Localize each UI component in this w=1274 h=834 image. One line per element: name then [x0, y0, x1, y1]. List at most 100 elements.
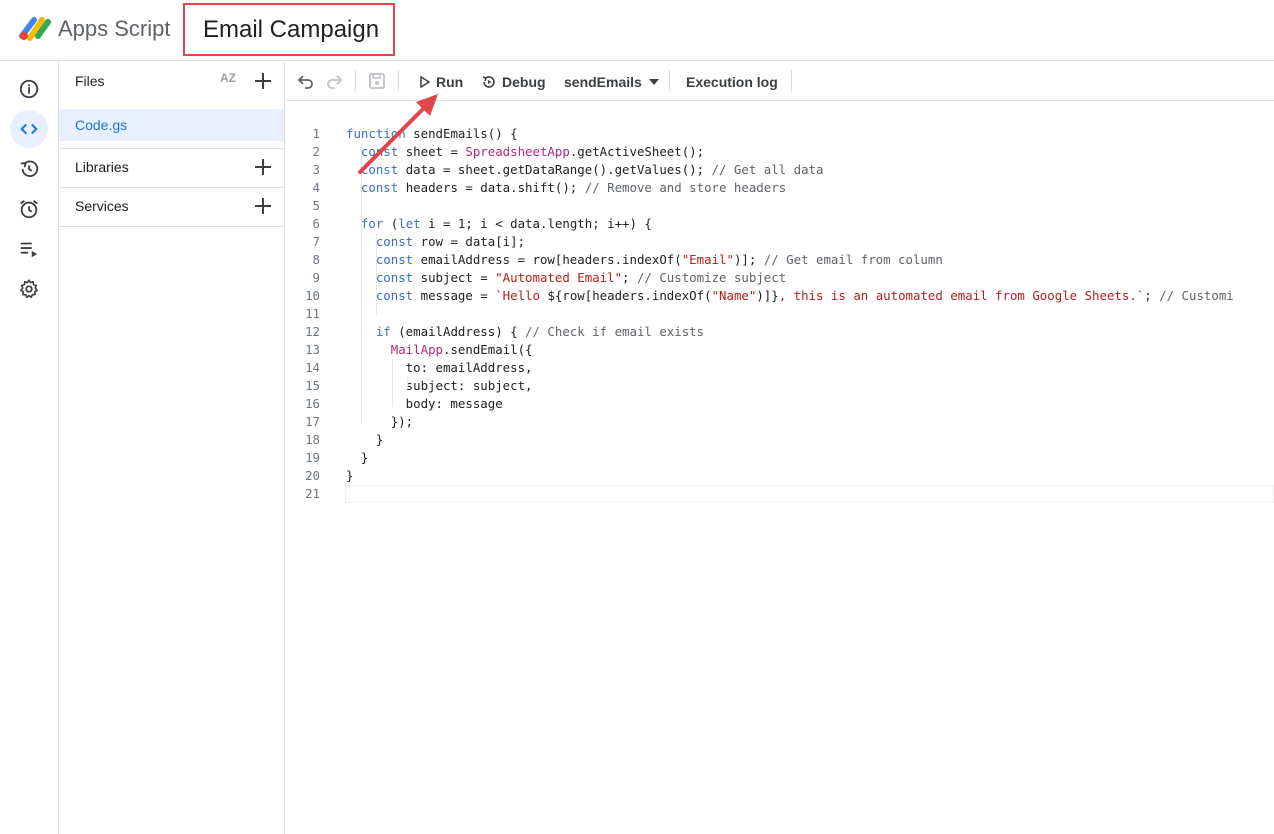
save-icon[interactable]: [367, 71, 387, 91]
code-text: const sheet = SpreadsheetApp.getActiveSh…: [360, 144, 705, 159]
code-text: const data = sheet.getDataRange().getVal…: [360, 162, 824, 177]
line-number: 21: [305, 486, 320, 501]
line-number: 4: [312, 180, 320, 195]
code-text: const message = `Hello ${row[headers.ind…: [375, 288, 1234, 303]
run-button[interactable]: Run: [419, 62, 463, 101]
rail-item-triggers[interactable]: [10, 190, 48, 228]
code-line[interactable]: 2 const sheet = SpreadsheetApp.getActive…: [286, 143, 1274, 161]
debug-label: Debug: [502, 73, 546, 90]
code-line[interactable]: 21: [286, 485, 1274, 503]
code-editor[interactable]: 1 function sendEmails() {2 const sheet = …: [286, 101, 1274, 834]
services-label: Services: [75, 198, 129, 214]
code-line[interactable]: 7 const row = data[i];: [286, 233, 1274, 251]
left-rail: [0, 62, 59, 834]
execution-log-label: Execution log: [686, 73, 778, 90]
function-select-value: sendEmails: [564, 73, 642, 90]
execution-log-button[interactable]: Execution log: [686, 62, 778, 101]
rail-item-settings[interactable]: [10, 270, 48, 308]
debug-icon: [482, 75, 495, 88]
line-number: 7: [312, 234, 320, 249]
gear-icon: [20, 279, 38, 299]
line-number: 15: [305, 378, 320, 393]
add-file-button[interactable]: [252, 70, 274, 92]
code-line[interactable]: 18 }: [286, 431, 1274, 449]
code-line[interactable]: 9 const subject = "Automated Email"; // …: [286, 269, 1274, 287]
code-text: const emailAddress = row[headers.indexOf…: [375, 252, 943, 267]
line-number: 17: [305, 414, 320, 429]
toolbar-divider: [355, 70, 356, 92]
code-line[interactable]: 20}: [286, 467, 1274, 485]
add-service-button[interactable]: [252, 195, 274, 217]
indent-guide: [361, 143, 362, 425]
line-number: 2: [312, 144, 320, 159]
code-line[interactable]: 4 const headers = data.shift(); // Remov…: [286, 179, 1274, 197]
libraries-label: Libraries: [75, 159, 129, 175]
info-icon: [19, 79, 39, 99]
code-line[interactable]: 19 }: [286, 449, 1274, 467]
undo-icon[interactable]: [296, 71, 316, 91]
code-text: }: [346, 468, 354, 483]
code-line[interactable]: 6 for (let i = 1; i < data.length; i++) …: [286, 215, 1274, 233]
code-line[interactable]: 14 to: emailAddress,: [286, 359, 1274, 377]
line-number: 6: [312, 216, 320, 231]
code-text: const subject = "Automated Email"; // Cu…: [375, 270, 787, 285]
code-line[interactable]: 12 if (emailAddress) { // Check if email…: [286, 323, 1274, 341]
code-line[interactable]: 1 function sendEmails() {: [286, 125, 1274, 143]
history-icon: [20, 160, 39, 178]
run-label: Run: [436, 73, 464, 90]
line-number: 14: [305, 360, 320, 375]
rail-item-history[interactable]: [10, 150, 48, 188]
redo-icon[interactable]: [324, 71, 344, 91]
code-text: if (emailAddress) { // Check if email ex…: [375, 324, 705, 339]
apps-script-logo-icon[interactable]: [18, 14, 52, 42]
libraries-section: Libraries: [59, 148, 284, 187]
editor-toolbar: Run Debug sendEmails Execution log: [286, 62, 1274, 101]
line-number: 8: [312, 252, 320, 267]
rail-item-executions[interactable]: [10, 230, 48, 268]
indent-guide: [392, 359, 393, 407]
code-text: body: message: [346, 396, 503, 411]
play-icon: [420, 75, 431, 88]
executions-icon: [20, 242, 38, 258]
code-text: MailApp.sendEmail({: [390, 342, 533, 357]
files-panel: Files AZ Code.gs Libraries Services: [59, 62, 285, 834]
code-line[interactable]: 8 const emailAddress = row[headers.index…: [286, 251, 1274, 269]
line-number: 19: [305, 450, 320, 465]
project-title-highlight: Email Campaign: [183, 3, 395, 56]
code-line[interactable]: 13 MailApp.sendEmail({: [286, 341, 1274, 359]
code-text: const row = data[i];: [375, 234, 526, 249]
toolbar-divider: [791, 70, 792, 92]
line-number: 20: [305, 468, 320, 483]
app-header: Apps Script Email Campaign: [0, 0, 1274, 61]
code-text: for (let i = 1; i < data.length; i++) {: [360, 216, 652, 231]
line-number: 3: [312, 162, 320, 177]
code-line[interactable]: 16 body: message: [286, 395, 1274, 413]
rail-item-overview[interactable]: [10, 70, 48, 108]
code-line[interactable]: 11: [286, 305, 1274, 323]
code-line[interactable]: 3 const data = sheet.getDataRange().getV…: [286, 161, 1274, 179]
code-line[interactable]: 17 });: [286, 413, 1274, 431]
indent-guide: [407, 377, 408, 389]
code-icon: [20, 123, 38, 135]
code-text: subject: subject,: [346, 378, 533, 393]
project-title[interactable]: Email Campaign: [203, 16, 379, 44]
rail-item-editor[interactable]: [10, 110, 48, 148]
line-number: 11: [305, 306, 320, 321]
add-library-button[interactable]: [252, 156, 274, 178]
indent-guide: [376, 233, 377, 317]
debug-button[interactable]: Debug: [481, 62, 546, 101]
function-select[interactable]: sendEmails: [564, 62, 665, 101]
line-number: 1: [312, 126, 320, 141]
code-text: const headers = data.shift(); // Remove …: [360, 180, 787, 195]
code-line[interactable]: 15 subject: subject,: [286, 377, 1274, 395]
toolbar-divider: [669, 70, 670, 92]
files-header: Files AZ: [59, 62, 284, 101]
line-number: 9: [312, 270, 320, 285]
alarm-icon: [20, 200, 38, 219]
code-line[interactable]: 10 const message = `Hello ${row[headers.…: [286, 287, 1274, 305]
file-item-code-gs[interactable]: Code.gs: [59, 109, 284, 141]
app-name[interactable]: Apps Script: [58, 16, 171, 42]
sort-files-button[interactable]: AZ: [220, 71, 244, 91]
chevron-down-icon: [648, 78, 659, 85]
code-line[interactable]: 5: [286, 197, 1274, 215]
